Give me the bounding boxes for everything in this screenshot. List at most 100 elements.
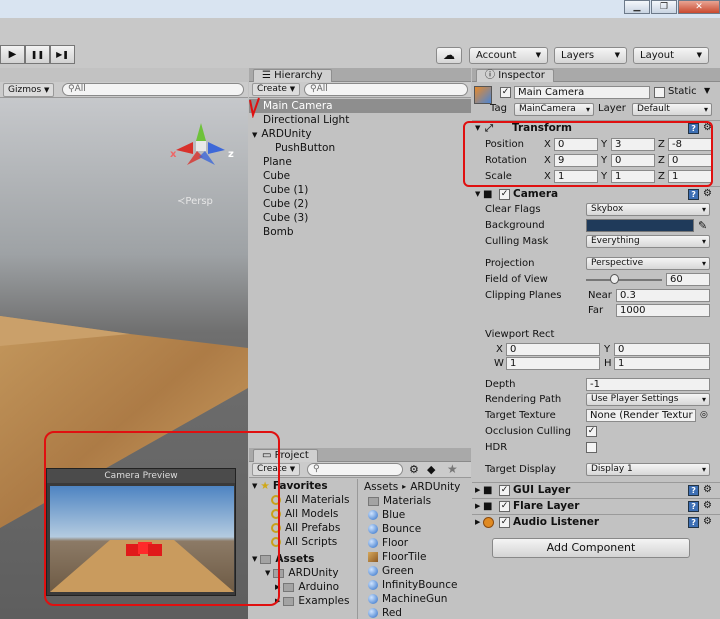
gear-icon[interactable]: ⚙ [703, 517, 712, 528]
close-button[interactable]: ✕ [678, 0, 720, 14]
chevron-down-icon: ▼ [535, 51, 541, 59]
viewport-h-field[interactable]: 1 [614, 357, 710, 370]
object-name-field[interactable]: Main Camera [514, 86, 650, 99]
favorite-star-icon[interactable]: ★ [447, 462, 458, 476]
filter-type-icon[interactable]: ⚙ [409, 463, 419, 476]
target-texture-field[interactable]: None (Render Textur [586, 409, 696, 422]
help-icon[interactable]: ? [688, 501, 700, 512]
fov-field[interactable]: 60 [666, 273, 710, 286]
hierarchy-create-label: Create [257, 84, 287, 94]
help-icon[interactable]: ? [688, 189, 700, 200]
layer-dropdown[interactable]: Default [632, 103, 712, 116]
project-toolbar: Create ▼ ⚲ ⚙ ◆ ★ [249, 462, 471, 478]
filter-label-icon[interactable]: ◆ [427, 463, 435, 476]
asset-file-item[interactable]: Materials [368, 494, 471, 508]
gear-icon[interactable]: ⚙ [703, 501, 712, 512]
target-display-dropdown[interactable]: Display 1 [586, 463, 710, 476]
asset-file-label: Blue [382, 509, 406, 521]
pause-icon: ❚❚ [30, 50, 45, 59]
hdr-checkbox[interactable] [586, 442, 597, 453]
asset-file-item[interactable]: InfinityBounce [368, 578, 471, 592]
account-dropdown[interactable]: Account ▼ [469, 47, 548, 64]
asset-file-item[interactable]: Bounce [368, 522, 471, 536]
hierarchy-tab-row: ☰ Hierarchy [249, 68, 471, 82]
gear-icon[interactable]: ⚙ [703, 189, 712, 200]
hierarchy-item[interactable]: Plane [249, 155, 471, 169]
add-component-button[interactable]: Add Component [492, 538, 690, 558]
hierarchy-item[interactable]: Directional Light [249, 113, 471, 127]
asset-file-item[interactable]: Green [368, 564, 471, 578]
cloud-button[interactable]: ☁ [436, 47, 462, 64]
breadcrumb-ardunity[interactable]: ARDUnity [410, 480, 460, 494]
play-button[interactable]: ▶ [0, 45, 25, 64]
projection-dropdown[interactable]: Perspective [586, 257, 710, 270]
asset-file-item[interactable]: Red [368, 606, 471, 619]
fov-label: Field of View [485, 274, 548, 285]
tab-inspector[interactable]: ⓘ Inspector [476, 69, 554, 82]
fov-slider-thumb[interactable] [609, 274, 619, 284]
near-field[interactable]: 0.3 [616, 289, 710, 302]
gear-icon[interactable]: ⚙ [703, 485, 712, 496]
depth-field[interactable]: -1 [586, 378, 710, 391]
perspective-label[interactable]: ≺Persp [177, 196, 213, 207]
hierarchy-search-input[interactable]: ⚲All [304, 83, 468, 96]
hierarchy-item[interactable]: PushButton [249, 141, 471, 155]
project-file-list: Assets ▸ ARDUnity Materials Blue Bounce Flo… [364, 479, 471, 619]
audio-listener-header[interactable]: ▶ ✓ Audio Listener ? ⚙ [472, 514, 720, 530]
scene-search-input[interactable]: ⚲All [62, 83, 244, 96]
hierarchy-item[interactable]: Cube (2) [249, 197, 471, 211]
asset-file-item[interactable]: Blue [368, 508, 471, 522]
culling-mask-dropdown[interactable]: Everything [586, 235, 710, 248]
hierarchy-item[interactable]: ▼ ARDUnity [249, 127, 471, 141]
camera-header[interactable]: ▼ ■ ✓ Camera ? ⚙ [472, 186, 720, 202]
hierarchy-create-dropdown[interactable]: Create ▼ [252, 83, 301, 96]
help-icon[interactable]: ? [688, 485, 700, 496]
asset-file-item[interactable]: Floor [368, 536, 471, 550]
hierarchy-item[interactable]: Cube (3) [249, 211, 471, 225]
maximize-button[interactable]: ❐ [651, 0, 677, 14]
hierarchy-item[interactable]: Main Camera [249, 99, 471, 113]
culling-mask-label: Culling Mask [485, 236, 549, 247]
static-checkbox[interactable] [654, 87, 665, 98]
gizmos-dropdown[interactable]: Gizmos ▼ [3, 83, 55, 97]
breadcrumb-assets[interactable]: Assets [364, 480, 398, 494]
tab-hierarchy[interactable]: ☰ Hierarchy [253, 69, 332, 82]
static-dropdown-icon[interactable]: ▼ [704, 86, 710, 95]
expand-arrow-icon: ▶ [475, 486, 481, 494]
gui-layer-header[interactable]: ▶ ■ ✓ GUI Layer ? ⚙ [472, 482, 720, 498]
hierarchy-item[interactable]: Bomb [249, 225, 471, 239]
far-field[interactable]: 1000 [616, 304, 710, 317]
hierarchy-item[interactable]: Cube (1) [249, 183, 471, 197]
asset-file-item[interactable]: MachineGun [368, 592, 471, 606]
project-search-input[interactable]: ⚲ [307, 463, 403, 476]
viewport-w-field[interactable]: 1 [506, 357, 600, 370]
flare-layer-header[interactable]: ▶ ■ ✓ Flare Layer ? ⚙ [472, 498, 720, 514]
fov-slider-track[interactable] [586, 279, 662, 281]
viewport-x-field[interactable]: 0 [506, 343, 600, 356]
flare-layer-checkbox[interactable]: ✓ [499, 501, 510, 512]
minimize-button[interactable]: ▁ [624, 0, 650, 14]
tag-dropdown[interactable]: MainCamera [514, 103, 594, 116]
step-button[interactable]: ▶❚ [50, 45, 75, 64]
layout-dropdown[interactable]: Layout ▼ [633, 47, 709, 64]
expand-arrow-icon[interactable]: ▼ [252, 131, 257, 139]
help-icon[interactable]: ? [688, 517, 700, 528]
eyedropper-icon[interactable]: ✎ [698, 218, 707, 233]
projection-label: Projection [485, 258, 535, 269]
rendering-path-dropdown[interactable]: Use Player Settings [586, 393, 710, 406]
hierarchy-item[interactable]: Cube [249, 169, 471, 183]
asset-file-item[interactable]: FloorTile [368, 550, 471, 564]
audio-listener-checkbox[interactable]: ✓ [499, 517, 510, 528]
viewport-y-field[interactable]: 0 [614, 343, 710, 356]
object-picker-icon[interactable]: ◎ [700, 408, 708, 423]
project-splitter[interactable] [357, 479, 358, 619]
clear-flags-dropdown[interactable]: Skybox [586, 203, 710, 216]
gui-layer-checkbox[interactable]: ✓ [499, 485, 510, 496]
layers-dropdown[interactable]: Layers ▼ [554, 47, 627, 64]
occlusion-culling-checkbox[interactable]: ✓ [586, 426, 597, 437]
camera-enabled-checkbox[interactable]: ✓ [499, 189, 510, 200]
background-row: Background ✎ [472, 218, 720, 233]
active-checkbox[interactable]: ✓ [500, 87, 511, 98]
background-color-swatch[interactable] [586, 219, 694, 232]
pause-button[interactable]: ❚❚ [25, 45, 50, 64]
